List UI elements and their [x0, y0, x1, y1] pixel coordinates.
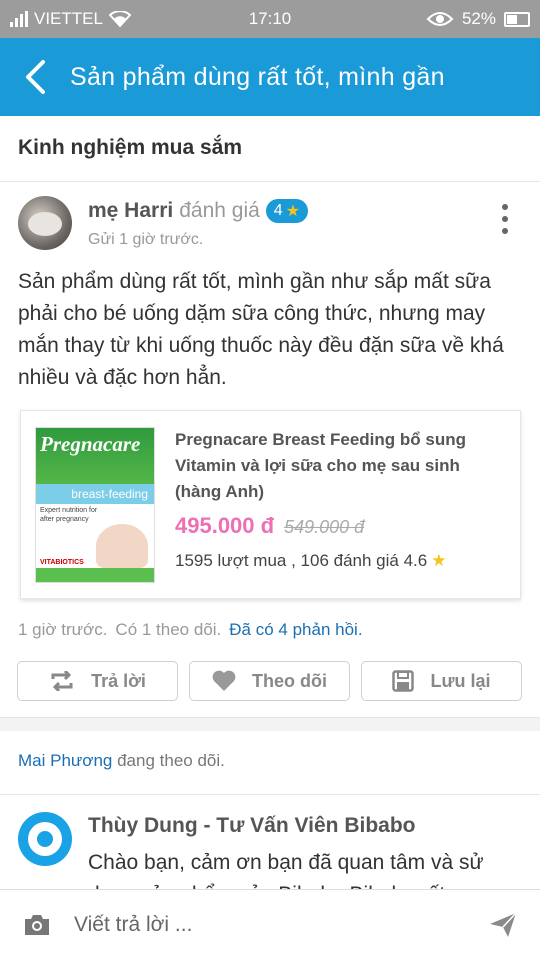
follow-notice: Mai Phương đang theo dõi.: [0, 731, 540, 795]
status-right: 52%: [426, 9, 530, 29]
save-icon: [392, 670, 415, 692]
product-card[interactable]: Pregnacare breast-feeding Expert nutriti…: [20, 410, 521, 599]
more-options-button[interactable]: [498, 204, 512, 234]
author-verb: đánh giá: [179, 199, 260, 222]
send-icon: [490, 912, 517, 937]
camera-icon: [25, 915, 49, 935]
product-image-variant: breast-feeding: [36, 484, 154, 504]
reply-avatar[interactable]: [18, 812, 72, 866]
post-actions: Trả lời Theo dõi Lưu lại: [17, 661, 522, 701]
reply-text: Chào bạn, cảm ơn bạn đã quan tâm và sử d…: [88, 851, 484, 889]
dot-icon: [502, 228, 508, 234]
reply-composer: [0, 889, 540, 960]
price-row: 495.000 đ 549.000 đ: [175, 513, 364, 539]
product-stats: 1595 lượt mua , 106 đánh giá 4.6 ★: [175, 551, 446, 571]
author-line: mẹ Harri đánh giá 4 ★: [88, 199, 309, 223]
battery-icon: [504, 11, 530, 27]
follower-name[interactable]: Mai Phương: [18, 751, 112, 770]
author-name[interactable]: mẹ Harri: [88, 199, 173, 223]
product-stats-text: 1595 lượt mua , 106 đánh giá 4.6: [175, 551, 428, 570]
star-icon: ★: [431, 551, 447, 570]
back-button[interactable]: [0, 38, 70, 116]
back-arrow-icon: [26, 60, 45, 94]
meta-followers: Có 1 theo dõi.: [115, 620, 222, 639]
heart-icon: [212, 670, 236, 691]
product-image-maker: VITABIOTICS: [40, 559, 84, 566]
app-bar: Sản phẩm dùng rất tốt, mình gần: [0, 38, 540, 116]
eye-icon: [426, 12, 454, 26]
dot-icon: [502, 204, 508, 210]
product-image: Pregnacare breast-feeding Expert nutriti…: [35, 427, 155, 583]
save-button[interactable]: Lưu lại: [361, 661, 522, 701]
post-meta: 1 giờ trước. Có 1 theo dõi. Đã có 4 phản…: [18, 620, 363, 640]
product-image-photo: [96, 524, 148, 568]
product-image-text: Expert nutrition for after pregnancy: [40, 507, 98, 523]
reply-button[interactable]: Trả lời: [17, 661, 178, 701]
post-header: mẹ Harri đánh giá 4 ★ Gửi 1 giờ trước.: [18, 196, 522, 256]
product-name[interactable]: Pregnacare Breast Feeding bổ sung Vitami…: [175, 427, 495, 505]
send-button[interactable]: [466, 890, 540, 960]
section-divider: [0, 717, 540, 731]
battery-percent: 52%: [461, 9, 496, 28]
rating-value: 4: [273, 202, 283, 219]
replies-link[interactable]: Đã có 4 phản hồi.: [229, 620, 362, 640]
dot-icon: [502, 216, 508, 222]
product-price: 495.000 đ: [175, 513, 275, 538]
product-image-brand: Pregnacare: [40, 432, 141, 456]
star-icon: ★: [285, 203, 301, 220]
post-time: Gửi 1 giờ trước.: [88, 231, 204, 248]
product-old-price: 549.000 đ: [284, 517, 365, 537]
meta-time: 1 giờ trước.: [18, 620, 108, 639]
author-avatar[interactable]: [18, 196, 72, 250]
reply-icon: [51, 671, 73, 691]
camera-button[interactable]: [0, 890, 74, 960]
rating-badge: 4 ★: [265, 199, 309, 223]
product-image-footer: [36, 568, 154, 582]
save-button-label: Lưu lại: [430, 670, 491, 691]
follow-notice-text: đang theo dõi.: [117, 751, 225, 770]
follow-button-label: Theo dõi: [252, 670, 327, 691]
follow-button[interactable]: Theo dõi: [189, 661, 350, 701]
reply-author[interactable]: Thùy Dung - Tư Vấn Viên Bibabo: [88, 814, 416, 838]
category-title: Kinh nghiệm mua sắm: [0, 116, 540, 182]
product-image-header: Pregnacare: [36, 428, 154, 484]
reply-input[interactable]: [74, 905, 466, 945]
post-body: Sản phẩm dùng rất tốt, mình gần như sắp …: [18, 270, 504, 389]
reply-button-label: Trả lời: [91, 670, 146, 691]
app-title: Sản phẩm dùng rất tốt, mình gần: [70, 62, 445, 91]
status-bar: VIETTEL 17:10 52%: [0, 0, 540, 38]
